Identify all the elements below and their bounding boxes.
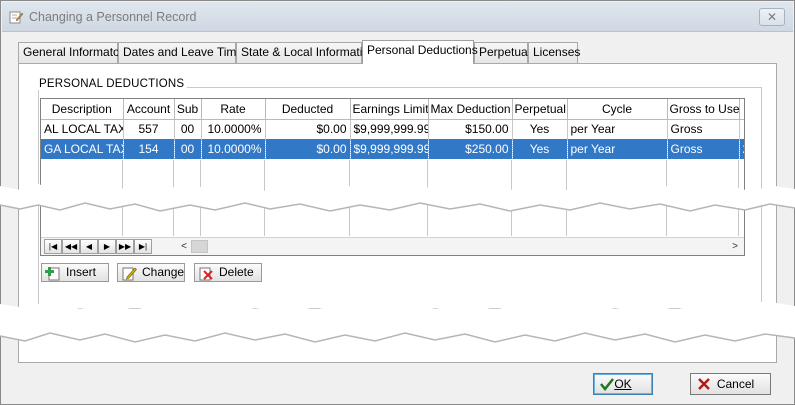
column-header-account[interactable]: Account xyxy=(123,99,175,120)
column-header-description[interactable]: Description xyxy=(41,99,124,120)
column-header-ac[interactable]: Ac xyxy=(739,99,744,120)
cell-cycle: per Year xyxy=(567,139,668,159)
checkmark-icon xyxy=(600,377,614,392)
insert-add-icon xyxy=(45,265,61,281)
tab-dates-and-leave-time[interactable]: Dates and Leave Time xyxy=(118,42,243,63)
cell-account: 557 xyxy=(123,119,175,139)
cell-gross-to-use: Gross xyxy=(667,139,740,159)
cell-earnings-limit: $9,999,999.99 xyxy=(350,139,429,159)
deductions-grid[interactable]: Description Account Sub Rate Deducted Ea… xyxy=(40,98,745,256)
previous-record-button[interactable]: ◀ xyxy=(80,239,98,254)
grid-header-row: Description Account Sub Rate Deducted Ea… xyxy=(41,99,744,120)
tab-licenses[interactable]: Licenses xyxy=(528,42,580,63)
cell-deducted: $0.00 xyxy=(265,119,351,139)
column-header-gross-to-use[interactable]: Gross to Use xyxy=(667,99,740,120)
delete-button[interactable]: Delete xyxy=(194,263,262,282)
ok-label: OK xyxy=(614,377,632,391)
cell-description: GA LOCAL TAX xyxy=(41,139,124,159)
previous-page-button[interactable]: ◀◀ xyxy=(62,239,80,254)
cell-sub: 00 xyxy=(174,119,202,139)
change-button[interactable]: Change xyxy=(117,263,185,282)
tab-personal-deductions[interactable]: Personal Deductions xyxy=(362,40,478,64)
cell-perpetual: Yes xyxy=(512,139,568,159)
cancel-button[interactable]: Cancel xyxy=(690,373,771,395)
ok-button[interactable]: OK xyxy=(593,373,653,395)
cell-gross-to-use: Gross xyxy=(667,119,740,139)
column-header-max-deduction[interactable]: Max Deduction xyxy=(428,99,513,120)
delete-x-icon xyxy=(198,265,214,281)
cell-ac: 2 xyxy=(739,139,744,159)
table-row-selected[interactable]: GA LOCAL TAX 154 00 10.0000% $0.00 $9,99… xyxy=(41,139,744,159)
cell-deducted: $0.00 xyxy=(265,139,351,159)
delete-label: Delete xyxy=(219,265,254,279)
scroll-left-arrow[interactable]: < xyxy=(177,239,191,254)
grid-empty-area xyxy=(41,160,744,236)
title-bar: Changing a Personnel Record ✕ xyxy=(2,2,793,32)
cell-ac xyxy=(739,119,744,139)
cell-max-deduction: $150.00 xyxy=(428,119,513,139)
column-header-cycle[interactable]: Cycle xyxy=(567,99,668,120)
horizontal-scroll-thumb[interactable] xyxy=(191,240,208,253)
close-button[interactable]: ✕ xyxy=(759,8,785,26)
cell-max-deduction: $250.00 xyxy=(428,139,513,159)
section-title: PERSONAL DEDUCTIONS xyxy=(36,78,188,90)
column-header-sub[interactable]: Sub xyxy=(174,99,202,120)
next-page-button[interactable]: ▶▶ xyxy=(116,239,134,254)
personal-deductions-panel: PERSONAL DEDUCTIONS Description Account … xyxy=(18,63,777,363)
tab-state-local-information[interactable]: State & Local Information xyxy=(236,42,376,63)
cell-earnings-limit: $9,999,999.99 xyxy=(350,119,429,139)
cell-account: 154 xyxy=(123,139,175,159)
cell-sub: 00 xyxy=(174,139,202,159)
tab-perpetual[interactable]: Perpetual xyxy=(474,42,530,63)
next-record-button[interactable]: ▶ xyxy=(98,239,116,254)
column-header-deducted[interactable]: Deducted xyxy=(265,99,351,120)
insert-label: Insert xyxy=(66,265,97,279)
close-icon: ✕ xyxy=(766,10,778,24)
last-record-button[interactable]: ▶| xyxy=(134,239,152,254)
insert-button[interactable]: Insert xyxy=(41,263,109,282)
column-header-perpetual[interactable]: Perpetual xyxy=(512,99,568,120)
cell-perpetual: Yes xyxy=(512,119,568,139)
table-row[interactable]: AL LOCAL TAX 557 00 10.0000% $0.00 $9,99… xyxy=(41,119,744,139)
column-header-rate[interactable]: Rate xyxy=(201,99,266,120)
cell-cycle: per Year xyxy=(567,119,668,139)
cell-rate: 10.0000% xyxy=(201,119,266,139)
column-header-earnings-limit[interactable]: Earnings Limit xyxy=(350,99,429,120)
cell-rate: 10.0000% xyxy=(201,139,266,159)
grid-navigator: |◀ ◀◀ ◀ ▶ ▶▶ ▶| < > xyxy=(41,237,744,255)
window-title: Changing a Personnel Record xyxy=(29,10,197,24)
cell-description: AL LOCAL TAX xyxy=(41,119,124,139)
change-label: Change xyxy=(142,265,185,279)
deductions-table: Description Account Sub Rate Deducted Ea… xyxy=(41,99,744,159)
first-record-button[interactable]: |◀ xyxy=(44,239,62,254)
tab-general-information[interactable]: General Informaton xyxy=(18,42,126,63)
change-edit-icon xyxy=(121,265,137,281)
scroll-right-arrow[interactable]: > xyxy=(728,239,742,254)
dialog-window: Changing a Personnel Record ✕ General In… xyxy=(0,0,795,405)
edit-pencil-icon xyxy=(9,10,24,24)
cancel-label: Cancel xyxy=(716,377,755,391)
cancel-x-icon xyxy=(697,377,711,391)
